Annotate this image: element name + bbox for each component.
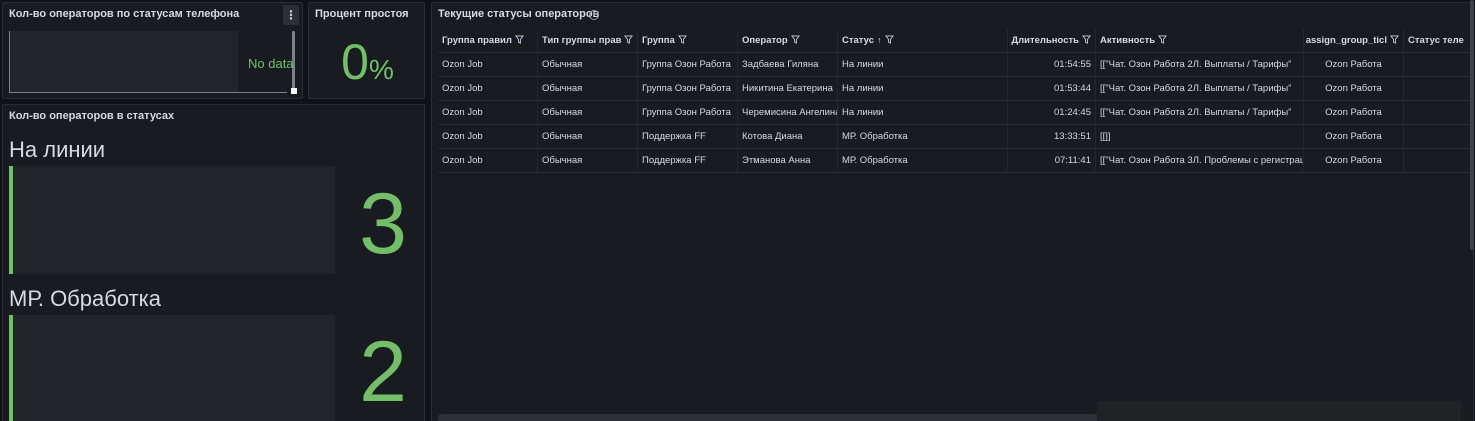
cell-group: Поддержка FF bbox=[638, 125, 738, 149]
filter-icon[interactable] bbox=[624, 35, 634, 44]
panel-title: Кол-во операторов по статусам телефона bbox=[9, 8, 240, 20]
cell-group: Поддержка FF bbox=[638, 149, 738, 173]
table-row[interactable]: Ozon Job Обычная Поддержка FF Этманова А… bbox=[438, 149, 1473, 173]
cell-assign-group: Ozon Работа bbox=[1304, 101, 1404, 125]
cell-phone-status bbox=[1404, 77, 1464, 101]
status-bar bbox=[9, 166, 335, 274]
cell-duration: 01:53:44 bbox=[1008, 77, 1096, 101]
filter-icon[interactable] bbox=[1390, 35, 1399, 44]
cell-rule-group-type: Обычная bbox=[538, 149, 638, 173]
column-header-assign-group[interactable]: assign_group_ticl bbox=[1304, 29, 1404, 53]
cell-duration: 01:24:45 bbox=[1008, 101, 1096, 125]
resize-handle[interactable] bbox=[291, 88, 297, 94]
cell-rule-group: Ozon Job bbox=[438, 149, 538, 173]
cell-group: Группа Озон Работа bbox=[638, 77, 738, 101]
stat-unit: % bbox=[368, 54, 394, 85]
cell-phone-status bbox=[1404, 125, 1464, 149]
column-header-activity[interactable]: Активность bbox=[1096, 29, 1304, 53]
cell-operator: Этманова Анна bbox=[738, 149, 838, 173]
cell-phone-status bbox=[1404, 101, 1464, 125]
cell-operator: Никитина Екатерина bbox=[738, 77, 838, 101]
cell-rule-group-type: Обычная bbox=[538, 125, 638, 149]
table-row[interactable]: Ozon Job Обычная Группа Озон Работа Чере… bbox=[438, 101, 1473, 125]
cell-assign-group: Ozon Работа bbox=[1304, 77, 1404, 101]
column-header-group[interactable]: Группа bbox=[638, 29, 738, 53]
filter-icon[interactable] bbox=[1082, 35, 1091, 44]
column-header-status[interactable]: Статус ↑ bbox=[838, 29, 1008, 53]
panel-title: Текущие статусы операторов bbox=[438, 8, 600, 20]
cell-operator: Задбаева Гиляна bbox=[738, 53, 838, 77]
status-name: На линии bbox=[9, 137, 106, 162]
sort-asc-icon[interactable]: ↑ bbox=[877, 29, 882, 52]
cell-status: На линии bbox=[838, 53, 1008, 77]
cell-rule-group: Ozon Job bbox=[438, 53, 538, 77]
cell-status: МР. Обработка bbox=[838, 125, 1008, 149]
cell-assign-group: Ozon Работа bbox=[1304, 53, 1404, 77]
cell-rule-group: Ozon Job bbox=[438, 101, 538, 125]
operators-in-status-panel: Кол-во операторов в статусах На линии 3 … bbox=[2, 104, 425, 421]
stat-value: 0 bbox=[341, 34, 369, 90]
filter-icon[interactable] bbox=[514, 35, 524, 44]
column-header-duration[interactable]: Длительность bbox=[1008, 29, 1096, 53]
status-count: 2 bbox=[359, 324, 407, 420]
cell-activity: [["Чат. Озон Работа 2Л. Выплаты / Тарифы… bbox=[1096, 53, 1304, 77]
cell-activity: [["Чат. Озон Работа 3Л. Проблемы с регис… bbox=[1096, 149, 1304, 173]
cell-assign-group: Ozon Работа bbox=[1304, 125, 1404, 149]
cell-phone-status bbox=[1404, 149, 1464, 173]
cell-rule-group: Ozon Job bbox=[438, 77, 538, 101]
cell-activity: [[]] bbox=[1096, 125, 1304, 149]
column-header-operator[interactable]: Оператор bbox=[738, 29, 838, 53]
cell-rule-group: Ozon Job bbox=[438, 125, 538, 149]
cell-status: На линии bbox=[838, 77, 1008, 101]
filter-icon[interactable] bbox=[677, 35, 687, 44]
cell-group: Группа Озон Работа bbox=[638, 53, 738, 77]
panel-menu-icon[interactable]: ⋮ bbox=[283, 5, 299, 25]
operators-table: Группа правил Тип группы прав Группа Опе… bbox=[438, 29, 1473, 173]
cell-activity: [["Чат. Озон Работа 2Л. Выплаты / Тарифы… bbox=[1096, 101, 1304, 125]
panel-title: Кол-во операторов в статусах bbox=[9, 110, 175, 122]
column-header-rule-group-type[interactable]: Тип группы прав bbox=[538, 29, 638, 53]
column-header-rule-group[interactable]: Группа правил bbox=[438, 29, 538, 53]
table-horizontal-scrollbar[interactable] bbox=[438, 414, 1098, 421]
cell-assign-group: Ozon Работа bbox=[1304, 149, 1404, 173]
table-row[interactable]: Ozon Job Обычная Поддержка FF Котова Диа… bbox=[438, 125, 1473, 149]
table-row[interactable]: Ozon Job Обычная Группа Озон Работа Задб… bbox=[438, 53, 1473, 77]
status-bar bbox=[9, 315, 335, 421]
info-icon[interactable]: i bbox=[589, 10, 599, 20]
status-count: 3 bbox=[359, 176, 407, 272]
panel-title: Процент простоя bbox=[315, 8, 409, 20]
filter-icon[interactable] bbox=[884, 35, 894, 44]
tooltip-overlay bbox=[1097, 401, 1461, 421]
cell-operator: Котова Диана bbox=[738, 125, 838, 149]
current-statuses-panel: Текущие статусы операторов i Группа прав… bbox=[431, 2, 1474, 421]
cell-status: На линии bbox=[838, 101, 1008, 125]
cell-rule-group-type: Обычная bbox=[538, 53, 638, 77]
cell-activity: [["Чат. Озон Работа 2Л. Выплаты / Тарифы… bbox=[1096, 77, 1304, 101]
cell-operator: Черемисина Ангелина bbox=[738, 101, 838, 125]
no-data-label: No data bbox=[248, 56, 294, 71]
cell-rule-group-type: Обычная bbox=[538, 77, 638, 101]
idle-percent-stat: 0% bbox=[309, 33, 424, 91]
status-name: МР. Обработка bbox=[9, 286, 162, 311]
cell-rule-group-type: Обычная bbox=[538, 101, 638, 125]
cell-duration: 01:54:55 bbox=[1008, 53, 1096, 77]
cell-duration: 13:33:51 bbox=[1008, 125, 1096, 149]
cell-phone-status bbox=[1404, 53, 1464, 77]
table-header-row: Группа правил Тип группы прав Группа Опе… bbox=[438, 29, 1473, 53]
filter-icon[interactable] bbox=[790, 35, 800, 44]
idle-percent-panel: Процент простоя 0% bbox=[308, 2, 425, 99]
cell-duration: 07:11:41 bbox=[1008, 149, 1096, 173]
table-row[interactable]: Ozon Job Обычная Группа Озон Работа Ники… bbox=[438, 77, 1473, 101]
cell-status: МР. Обработка bbox=[838, 149, 1008, 173]
chart-axis bbox=[9, 92, 287, 93]
filter-icon[interactable] bbox=[1158, 35, 1168, 44]
page-vertical-scrollbar[interactable] bbox=[1470, 0, 1474, 250]
chart-area bbox=[9, 31, 238, 93]
phone-status-panel: Кол-во операторов по статусам телефона ⋮… bbox=[2, 2, 303, 99]
cell-group: Группа Озон Работа bbox=[638, 101, 738, 125]
column-header-phone-status[interactable]: Статус теле bbox=[1404, 29, 1464, 53]
